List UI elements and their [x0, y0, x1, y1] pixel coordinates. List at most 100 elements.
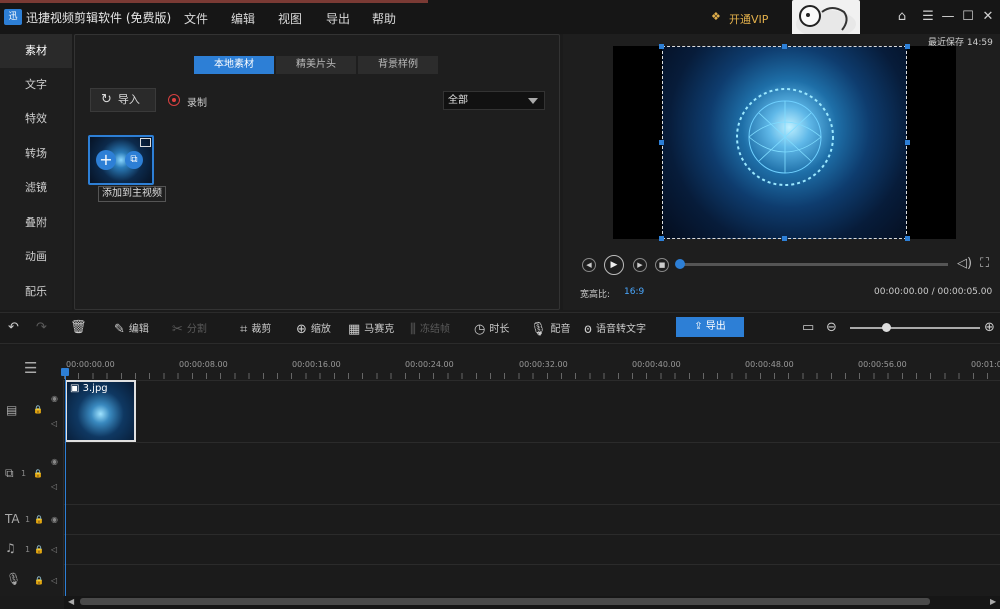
sidebar-item-filters[interactable]: 滤镜: [0, 171, 72, 205]
menu-help[interactable]: 帮助: [372, 10, 396, 27]
sidebar-item-media[interactable]: 素材: [0, 34, 72, 68]
video-track[interactable]: [0, 380, 1000, 442]
resize-handle[interactable]: [905, 140, 910, 145]
speaker-icon[interactable]: ◁: [51, 482, 57, 491]
sidebar-item-music[interactable]: 配乐: [0, 275, 72, 309]
eye-icon[interactable]: ◉: [51, 457, 58, 466]
menu-edit[interactable]: 编辑: [231, 10, 255, 27]
scrollbar-thumb[interactable]: [80, 598, 930, 605]
eye-icon[interactable]: ◉: [51, 515, 58, 524]
add-to-picture-in-picture-button[interactable]: ⧉: [125, 151, 143, 169]
speaker-icon[interactable]: ◁: [51, 545, 57, 554]
scroll-left-icon[interactable]: ◀: [68, 597, 74, 606]
edit-button[interactable]: ✎ 编辑: [114, 320, 149, 337]
add-to-main-video-button[interactable]: +: [96, 150, 116, 170]
caret-down-icon: [528, 98, 538, 104]
redo-icon[interactable]: ↷: [36, 320, 51, 335]
mosaic-icon: ▦: [348, 322, 361, 337]
close-icon[interactable]: ✕: [981, 10, 995, 24]
speaker-icon[interactable]: ◁: [51, 576, 57, 585]
timeline-zoom-slider[interactable]: [850, 327, 980, 329]
freeze-frame-button[interactable]: ⫼ 冻结帧: [410, 320, 450, 337]
edit-label: 编辑: [128, 324, 149, 335]
record-label[interactable]: 录制: [187, 94, 207, 109]
overlay-track[interactable]: [0, 442, 1000, 504]
resize-handle[interactable]: [905, 236, 910, 241]
time-readout: 00:00:00.00 / 00:00:05.00: [874, 287, 993, 297]
zoom-button[interactable]: ⊕ 缩放: [296, 320, 331, 337]
voice-track[interactable]: [0, 564, 1000, 596]
play-icon[interactable]: ▶: [604, 255, 624, 275]
maximize-icon[interactable]: ☐: [961, 10, 975, 24]
resize-handle[interactable]: [782, 44, 787, 49]
mosaic-label: 马赛克: [364, 324, 395, 335]
volume-icon[interactable]: ◁): [957, 256, 972, 271]
lock-icon[interactable]: 🔒: [33, 405, 43, 414]
sidebar-item-animation[interactable]: 动画: [0, 240, 72, 274]
menu-icon[interactable]: ☰: [921, 10, 935, 24]
vip-diamond-icon[interactable]: ❖: [711, 11, 723, 23]
lock-icon[interactable]: 🔒: [33, 469, 43, 478]
stop-icon[interactable]: ■: [655, 258, 669, 272]
picture-in-picture-icon: ⧉: [5, 466, 14, 480]
seek-handle[interactable]: [675, 259, 685, 269]
sidebar-item-overlays[interactable]: 叠附: [0, 206, 72, 240]
menu-export[interactable]: 导出: [326, 10, 350, 27]
edit-icon: ✎: [114, 322, 125, 337]
add-track-icon[interactable]: ☰: [24, 359, 37, 377]
crop-button[interactable]: ⌗ 裁剪: [240, 320, 271, 337]
crop-label: 裁剪: [251, 324, 272, 335]
vip-button[interactable]: 开通VIP: [729, 11, 768, 27]
title-strip: [0, 0, 428, 3]
playhead[interactable]: [65, 372, 66, 596]
text-track[interactable]: [0, 504, 1000, 534]
resize-handle[interactable]: [659, 236, 664, 241]
record-radio[interactable]: [168, 94, 180, 106]
zoom-in-icon[interactable]: ⊕: [984, 320, 999, 335]
speech-to-text-button[interactable]: ꙩ 语音转文字: [584, 320, 646, 337]
ruler-tick-label: 00:00:24.00: [405, 360, 454, 369]
lock-icon[interactable]: 🔒: [34, 515, 44, 524]
resize-handle[interactable]: [782, 236, 787, 241]
export-button[interactable]: ⇪ 导出: [676, 317, 744, 337]
media-filter-select[interactable]: 全部: [443, 91, 545, 110]
duration-button[interactable]: ◷ 时长: [474, 320, 509, 337]
minimize-icon[interactable]: —: [941, 10, 955, 24]
aspect-ratio-label: 宽高比:: [580, 290, 611, 300]
music-track[interactable]: [0, 534, 1000, 564]
delete-icon[interactable]: 🗑: [70, 320, 91, 335]
next-frame-icon[interactable]: ▶: [633, 258, 647, 272]
tab-intros[interactable]: 精美片头: [276, 56, 356, 74]
zoom-out-icon[interactable]: ⊖: [826, 320, 841, 335]
home-icon[interactable]: ⌂: [895, 10, 909, 24]
sidebar-item-effects[interactable]: 特效: [0, 102, 72, 136]
import-button[interactable]: ↻ 导入: [90, 88, 156, 112]
undo-icon[interactable]: ↶: [8, 320, 23, 335]
app-logo-icon: 迅: [4, 9, 22, 25]
speaker-icon[interactable]: ◁: [51, 419, 57, 428]
resize-handle[interactable]: [659, 44, 664, 49]
resize-handle[interactable]: [659, 140, 664, 145]
split-button[interactable]: ✂ 分割: [172, 320, 207, 337]
dub-button[interactable]: 🎙 配音: [530, 320, 571, 337]
seek-bar[interactable]: [680, 263, 948, 266]
scroll-right-icon[interactable]: ▶: [990, 597, 996, 606]
prev-frame-icon[interactable]: ◀: [582, 258, 596, 272]
lock-icon[interactable]: 🔒: [34, 576, 44, 585]
aspect-ratio-select[interactable]: 16:9: [624, 287, 644, 297]
fit-timeline-icon[interactable]: ▭: [802, 320, 818, 335]
lock-icon[interactable]: 🔒: [34, 545, 44, 554]
sidebar-item-text[interactable]: 文字: [0, 68, 72, 102]
tab-local-media[interactable]: 本地素材: [194, 56, 274, 74]
mosaic-button[interactable]: ▦ 马赛克: [348, 320, 394, 337]
import-label: 导入: [117, 93, 140, 106]
tab-background-samples[interactable]: 背景样例: [358, 56, 438, 74]
resize-handle[interactable]: [905, 44, 910, 49]
sidebar-item-transitions[interactable]: 转场: [0, 137, 72, 171]
fullscreen-icon[interactable]: ⛶: [980, 256, 989, 271]
preview-image[interactable]: [662, 46, 907, 239]
menu-view[interactable]: 视图: [278, 10, 302, 27]
menu-file[interactable]: 文件: [184, 10, 208, 27]
dub-label: 配音: [550, 324, 571, 335]
eye-icon[interactable]: ◉: [51, 394, 58, 403]
